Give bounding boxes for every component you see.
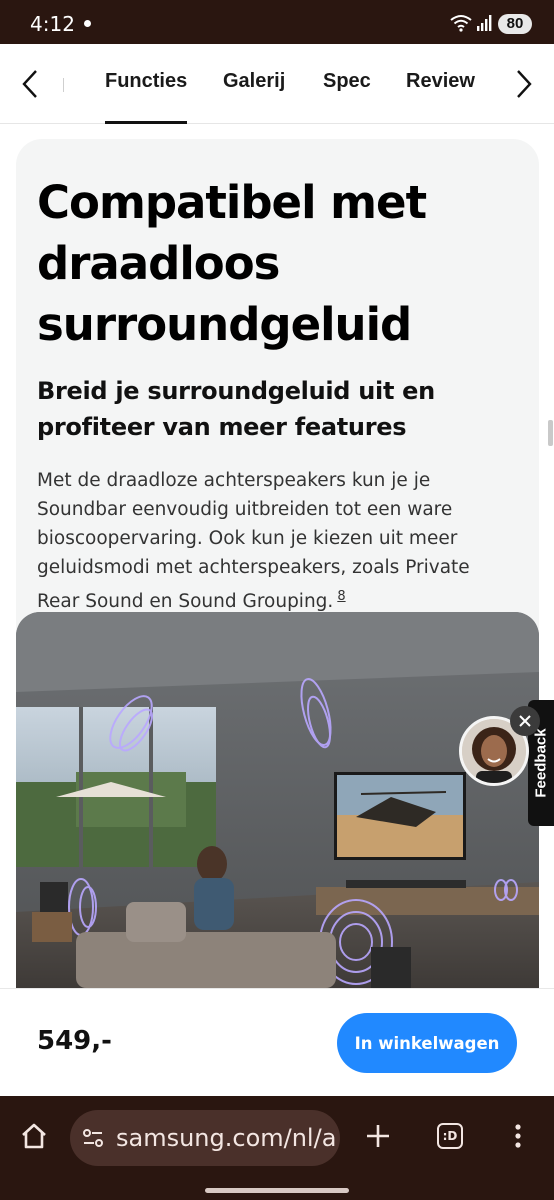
tab-switcher-button[interactable]: :D — [437, 1123, 463, 1149]
tab-review[interactable]: Review — [406, 70, 475, 93]
add-to-cart-button[interactable]: In winkelwagen — [337, 1013, 517, 1073]
tab-spec[interactable]: Spec — [323, 70, 371, 93]
signal-icon — [477, 15, 492, 31]
feature-headline: Compatibel met draadloos surroundgeluid — [37, 176, 427, 351]
living-room-soundbar-image — [16, 612, 539, 988]
wifi-icon — [450, 15, 472, 32]
chevron-right-icon — [517, 70, 532, 98]
browser-toolbar: samsung.com/nl/a :D — [0, 1096, 554, 1200]
section-tab-nav: Functies Galerij Spec Review — [0, 44, 554, 124]
notification-dot-icon — [84, 20, 91, 27]
active-tab-indicator — [105, 121, 187, 124]
tab-functies[interactable]: Functies — [105, 70, 187, 93]
feedback-close-button[interactable] — [510, 706, 540, 736]
nav-previous-button[interactable] — [12, 66, 48, 102]
chevron-left-icon — [22, 70, 37, 98]
footnote-link[interactable]: 8 — [337, 589, 345, 604]
scroll-indicator[interactable] — [548, 420, 553, 446]
home-button[interactable] — [16, 1118, 52, 1154]
url-text: samsung.com/nl/a — [116, 1124, 336, 1152]
purchase-bar: 549,- In winkelwagen — [0, 988, 554, 1096]
feedback-label[interactable]: Feedback — [533, 728, 550, 797]
gesture-navigation-bar[interactable] — [205, 1188, 349, 1193]
browser-menu-button[interactable] — [504, 1118, 532, 1154]
home-icon — [22, 1123, 46, 1149]
status-bar: 4:12 80 — [0, 0, 554, 44]
nav-divider — [63, 78, 64, 92]
nav-next-button[interactable] — [506, 66, 542, 102]
plus-icon — [367, 1125, 389, 1147]
more-vertical-icon — [515, 1124, 521, 1148]
site-settings-icon[interactable] — [82, 1127, 104, 1149]
feature-description-text: Met de draadloze achterspeakers kun je j… — [37, 470, 470, 613]
product-price: 549,- — [37, 1026, 112, 1056]
feature-description: Met de draadloze achterspeakers kun je j… — [37, 466, 502, 616]
address-bar[interactable]: samsung.com/nl/a — [70, 1110, 340, 1166]
new-tab-button[interactable] — [360, 1118, 396, 1154]
close-icon — [519, 715, 531, 727]
status-time: 4:12 — [30, 12, 75, 36]
battery-indicator: 80 — [498, 14, 532, 34]
feature-subheadline: Breid je surroundgeluid uit en profiteer… — [37, 377, 435, 441]
tab-galerij[interactable]: Galerij — [223, 70, 285, 93]
